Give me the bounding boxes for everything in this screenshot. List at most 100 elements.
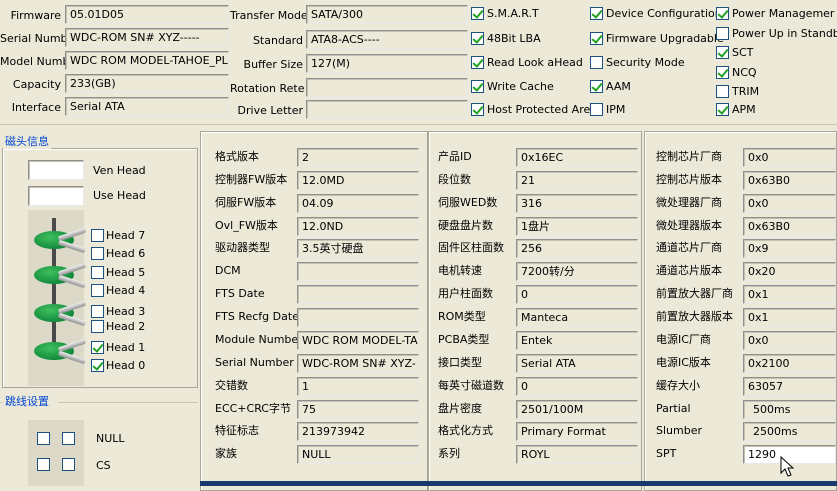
detail-value-field[interactable]: 75	[297, 400, 419, 419]
ipm-checkbox[interactable]	[590, 103, 603, 116]
firmware-field[interactable]: 05.01D05	[65, 5, 229, 24]
detail-value-field[interactable]: 12.0ND	[297, 217, 419, 236]
security-mode-checkbox[interactable]	[590, 56, 603, 69]
detail-value-field[interactable]: 213973942	[297, 422, 419, 441]
detail-value-field[interactable]	[297, 308, 419, 327]
use-head-field[interactable]	[28, 186, 84, 206]
head-7-checkbox[interactable]	[91, 229, 104, 242]
detail-value-field[interactable]: 0x0	[743, 331, 836, 350]
head-0-checkbox[interactable]	[91, 359, 104, 372]
detail-value-field[interactable]: 0x2100	[743, 354, 836, 373]
jumper-group-title: 跳线设置	[3, 395, 51, 409]
detail-value-field[interactable]: 1盘片	[516, 217, 638, 236]
detail-value-field[interactable]: 0	[516, 285, 638, 304]
power-up-in-standby-checkbox[interactable]	[716, 27, 729, 40]
detail-value-field[interactable]: 0x0	[743, 148, 836, 167]
standard-field[interactable]: ATA8-ACS----	[306, 30, 468, 49]
jumper-pin-checkbox[interactable]	[62, 432, 75, 445]
detail-value-field[interactable]: 0x1	[743, 285, 836, 304]
detail-value-field[interactable]: 316	[516, 194, 638, 213]
48bit-lba-label: 48Bit LBA	[487, 32, 541, 45]
capacity-field[interactable]: 233(GB)	[65, 74, 229, 93]
head-1-checkbox[interactable]	[91, 341, 104, 354]
detail-label: 用户柱面数	[438, 287, 493, 300]
detail-value-field[interactable]: 0x20	[743, 262, 836, 281]
detail-label: ROM类型	[438, 310, 486, 323]
detail-value-field[interactable]: 0x1	[743, 308, 836, 327]
sct-checkbox[interactable]	[716, 46, 729, 59]
head-6-checkbox[interactable]	[91, 247, 104, 260]
detail-value-field[interactable]: 0x63B0	[743, 171, 836, 190]
buffer-size-field[interactable]: 127(M)	[306, 54, 468, 73]
detail-value-field[interactable]: WDC-ROM SN# XYZ-	[297, 354, 419, 373]
detail-value-field[interactable]: 12.0MD	[297, 171, 419, 190]
drive-letter-field[interactable]	[306, 100, 468, 119]
model-number-field[interactable]: WDC ROM MODEL-TAHOE_PL-	[65, 51, 229, 70]
transfer-mode-field[interactable]: SATA/300	[306, 5, 468, 24]
host-protected-area-checkbox[interactable]	[471, 103, 484, 116]
detail-value-field[interactable]: 0x16EC	[516, 148, 638, 167]
rotation-rate-field[interactable]	[306, 78, 468, 97]
ven-head-field[interactable]	[28, 160, 84, 180]
detail-label: ECC+CRC字节	[215, 402, 291, 415]
detail-value-field[interactable]: WDC ROM MODEL-TAHC	[297, 331, 419, 350]
detail-value-field[interactable]: Primary Format	[516, 422, 638, 441]
ven-head-label: Ven Head	[93, 164, 146, 177]
detail-value-field[interactable]: NULL	[297, 445, 419, 464]
detail-label: 伺服WED数	[438, 196, 498, 209]
detail-value-field[interactable]: 0x0	[743, 194, 836, 213]
serial-number-field[interactable]: WDC-ROM SN# XYZ-----	[65, 28, 229, 47]
detail-value-field[interactable]	[297, 285, 419, 304]
detail-value-field[interactable]: 2501/100M	[516, 400, 638, 419]
firmware-upgradable-checkbox[interactable]	[590, 32, 603, 45]
jumper-pin-checkbox[interactable]	[62, 458, 75, 471]
detail-label: 伺服FW版本	[215, 196, 277, 209]
jumper-pin-checkbox[interactable]	[37, 458, 50, 471]
detail-label: 驱动器类型	[215, 241, 270, 254]
read-look-ahead-checkbox[interactable]	[471, 56, 484, 69]
interface-field[interactable]: Serial ATA	[65, 97, 229, 116]
head-5-checkbox[interactable]	[91, 266, 104, 279]
jumper-pin-checkbox[interactable]	[37, 432, 50, 445]
jumper-block-image	[28, 420, 84, 486]
power-managemer-checkbox[interactable]	[716, 7, 729, 20]
detail-value-field[interactable]: ROYL	[516, 445, 638, 464]
jumper-group-line	[58, 402, 198, 403]
write-cache-checkbox[interactable]	[471, 80, 484, 93]
detail-value-field[interactable]: 7200转/分	[516, 262, 638, 281]
s-m-a-r-t-checkbox[interactable]	[471, 7, 484, 20]
detail-value-field[interactable]: 2	[297, 148, 419, 167]
aam-checkbox[interactable]	[590, 80, 603, 93]
head-2-checkbox[interactable]	[91, 320, 104, 333]
detail-value-field[interactable]: 3.5英寸硬盘	[297, 239, 419, 258]
detail-label: 家族	[215, 447, 237, 460]
trim-checkbox[interactable]	[716, 85, 729, 98]
head-3-checkbox[interactable]	[91, 305, 104, 318]
ncq-checkbox[interactable]	[716, 66, 729, 79]
detail-value-field[interactable]: 500ms	[743, 400, 836, 419]
detail-value-field[interactable]: 1	[297, 377, 419, 396]
detail-value-field[interactable]: 63057	[743, 377, 836, 396]
detail-label: Serial Number	[215, 356, 294, 369]
head-4-checkbox[interactable]	[91, 284, 104, 297]
detail-label: 控制器FW版本	[215, 173, 288, 186]
detail-value-field[interactable]: 04.09	[297, 194, 419, 213]
detail-value-field[interactable]: 256	[516, 239, 638, 258]
detail-value-field[interactable]: Entek	[516, 331, 638, 350]
apm-checkbox[interactable]	[716, 103, 729, 116]
detail-value-field[interactable]: 21	[516, 171, 638, 190]
device-configuration-checkbox[interactable]	[590, 7, 603, 20]
detail-label: DCM	[215, 264, 241, 277]
detail-value-field[interactable]: 0x9	[743, 239, 836, 258]
detail-value-field[interactable]: 0	[516, 377, 638, 396]
head-0-label: Head 0	[106, 359, 146, 372]
detail-value-field[interactable]: 2500ms	[743, 422, 836, 441]
detail-value-field[interactable]	[297, 262, 419, 281]
48bit-lba-checkbox[interactable]	[471, 32, 484, 45]
detail-label: 格式化方式	[438, 424, 493, 437]
detail-value-field[interactable]: Manteca	[516, 308, 638, 327]
detail-value-field[interactable]: Serial ATA	[516, 354, 638, 373]
read-look-ahead-label: Read Look aHead	[487, 56, 583, 69]
detail-value-field[interactable]: 0x63B0	[743, 217, 836, 236]
detail-label: 系列	[438, 447, 460, 460]
